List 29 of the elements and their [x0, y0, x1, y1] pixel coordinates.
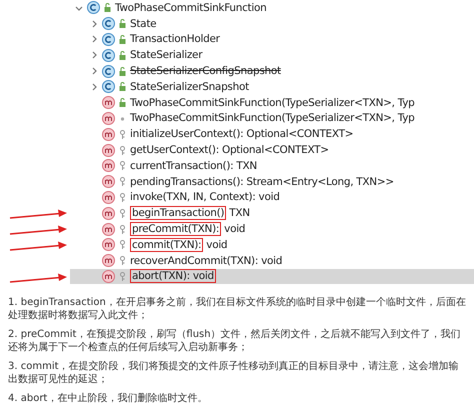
tree-item[interactable]: TwoPhaseCommitSinkFunction [115, 2, 266, 14]
tree-item[interactable]: TwoPhaseCommitSinkFunction(TypeSerializer<TXN>, Typ [70, 94, 474, 111]
highlight-box: commit(TXN): [130, 238, 204, 252]
note-paragraph: 2. preCommit，在预提交阶段，刷写（flush）文件，然后关闭文件，之后就不能写入到文件了，我们还将为属于下一个检查点的任何后续写入启动新事务； [8, 328, 462, 354]
tree-item[interactable]: preCommit(TXN): void [70, 221, 474, 237]
tree-item[interactable]: abort(TXN): void [70, 268, 474, 284]
method-return-type: void [206, 238, 228, 251]
tree-item[interactable]: State [130, 18, 156, 30]
tree-item[interactable]: TransactionHolder [130, 33, 220, 46]
tree-item[interactable]: StateSerializer [130, 49, 202, 62]
tree-item[interactable]: commit(TXN): void [70, 236, 474, 253]
highlight-box: abort(TXN): void [130, 269, 216, 284]
tree-item[interactable]: getUserContext(): Optional<CONTEXT> [70, 142, 474, 158]
tree-item[interactable]: invoke(TXN, IN, Context): void [70, 190, 474, 206]
highlight-box: preCommit(TXN): [130, 222, 222, 236]
note-paragraph: 1. beginTransaction，在开启事务之前，我们在目标文件系统的临时目录中创建一个临时文件，后面在处理数据时将数据写入此文件； [8, 296, 466, 322]
tree-item[interactable]: beginTransaction() TXN [70, 205, 474, 222]
note-paragraph: 4. abort，在中止阶段，我们删除临时文件。 [8, 392, 208, 406]
tree-item[interactable]: StateSerializerConfigSnapshot [130, 65, 281, 78]
method-return-type: TXN [229, 207, 250, 220]
highlight-box: beginTransaction() [130, 206, 226, 220]
method-return-type: void [224, 223, 246, 236]
note-paragraph: 3. commit，在提交阶段，我们将预提交的文件原子性移动到真正的目标目录中，请注意，这会增加输出数据可见性的延迟； [8, 360, 460, 386]
tree-item[interactable]: currentTransaction(): TXN [70, 158, 474, 174]
tree-item[interactable]: recoverAndCommit(TXN): void [70, 252, 474, 269]
tree-item[interactable]: TwoPhaseCommitSinkFunction(TypeSerializer<TXN>, Typ [70, 110, 474, 126]
tree-item[interactable]: initializeUserContext(): Optional<CONTEXT> [70, 126, 474, 142]
tree-item[interactable]: StateSerializerSnapshot [130, 80, 249, 93]
tree-item[interactable]: pendingTransactions(): Stream<Entry<Long, TXN>> [70, 174, 474, 190]
